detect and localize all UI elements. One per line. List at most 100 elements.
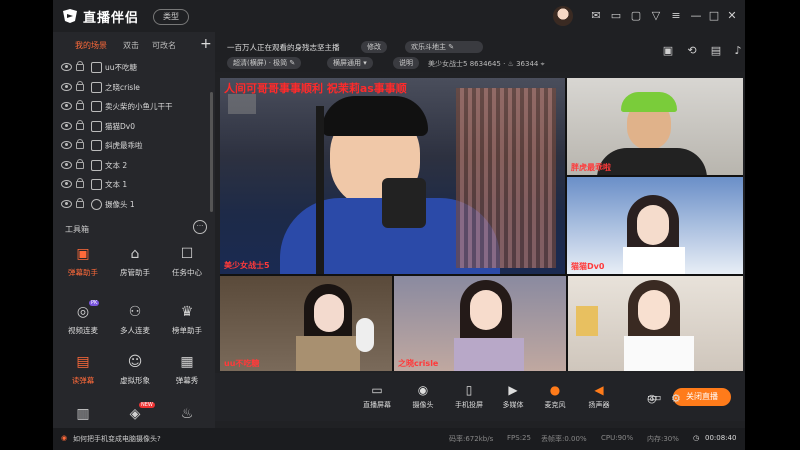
- eye-icon[interactable]: ◎: [647, 392, 657, 405]
- task-center-icon: ☐: [180, 246, 194, 262]
- speaker-button[interactable]: ◀ 扬声器: [577, 383, 621, 410]
- video-cell-label: uu不吃糖: [224, 359, 260, 368]
- tab-rename[interactable]: 可改名: [152, 40, 176, 51]
- video-link-icon: ◎: [76, 304, 90, 320]
- danmaku-show-icon: ▦: [180, 354, 194, 370]
- list-item[interactable]: 之晓crisle: [53, 78, 215, 98]
- avatar[interactable]: [553, 6, 573, 26]
- tool-danmaku-show[interactable]: ▦ 弹幕秀: [161, 354, 213, 400]
- list-item[interactable]: 文本 2: [53, 156, 215, 176]
- list-item[interactable]: 卖火柴的小鱼儿干干: [53, 97, 215, 117]
- main-video-label: 美少女战士5: [224, 261, 270, 270]
- new-badge: NEW: [139, 402, 155, 408]
- fire-icon: ♨: [507, 60, 514, 68]
- lock-icon[interactable]: [76, 80, 84, 91]
- list-item[interactable]: 斜虎最乖啦: [53, 136, 215, 156]
- ranking-icon: ♛: [180, 304, 194, 320]
- left-panel: 我的场景 双击 可改名 + uu不吃糖 之晓crisle 卖火柴的小鱼儿干干 猫…: [53, 32, 215, 430]
- end-stream-button[interactable]: 关闭直播: [673, 388, 731, 406]
- tab-double-click[interactable]: 双击: [123, 40, 139, 51]
- title-bar: 直播伴侣 类型 ✉ ▭ ▢ ▽ ≡ — □ ✕: [53, 0, 745, 32]
- note-button[interactable]: 说明: [393, 57, 419, 69]
- eye-icon[interactable]: [61, 63, 72, 71]
- menu-icon[interactable]: ≡: [669, 9, 683, 23]
- source-name: 斜虎最乖啦: [105, 141, 143, 150]
- eye-icon[interactable]: [61, 160, 72, 169]
- tool-task-center[interactable]: ☐ 任务中心: [161, 246, 213, 292]
- media-button[interactable]: ▶ 多媒体: [491, 383, 535, 410]
- tool-video-link[interactable]: ◎ PK 视频连麦: [57, 300, 109, 350]
- tool-room-admin[interactable]: ⌂ 房管助手: [109, 246, 161, 292]
- clarity-select[interactable]: 超清(横屏) · 极简 ✎: [227, 57, 302, 69]
- list-item[interactable]: 文本 1: [53, 175, 215, 195]
- message-icon[interactable]: ▢: [629, 9, 643, 23]
- scene-tabs: 我的场景 双击 可改名 +: [53, 32, 215, 58]
- text-source-icon: [91, 179, 102, 190]
- camera-button[interactable]: ◉ 摄像头: [401, 383, 445, 410]
- tool-read-danmaku[interactable]: ▤ 读弹幕: [57, 354, 109, 400]
- eye-icon[interactable]: [61, 82, 72, 91]
- close-icon[interactable]: ✕: [725, 9, 739, 23]
- tool-ranking[interactable]: ♛ 榜单助手: [161, 304, 213, 350]
- tab-my-scenes[interactable]: 我的场景: [75, 40, 107, 51]
- video-cell-5: [568, 276, 743, 371]
- lock-icon[interactable]: [76, 100, 84, 110]
- stream-preview[interactable]: 人间可哥哥事事顺利 祝茉莉as事事顺 美少女战士5 胖虎最乖啦 猫猫Dv0 uu…: [220, 78, 743, 371]
- eye-icon[interactable]: [61, 199, 72, 208]
- filter-icon[interactable]: ▽: [649, 9, 663, 23]
- source-name: 猫猫Dv0: [105, 121, 135, 131]
- edit-icon: ✎: [448, 43, 455, 51]
- toolbox-more-button[interactable]: ···: [193, 220, 207, 234]
- screen-capture-button[interactable]: ▭ 直播屏幕: [355, 383, 399, 410]
- cpu-usage: CPU:90%: [601, 434, 634, 442]
- eye-icon[interactable]: [61, 121, 72, 130]
- fps: FPS:25: [507, 434, 531, 442]
- source-icon: [91, 81, 102, 93]
- template-select[interactable]: 横屏通用 ▾: [327, 57, 373, 69]
- app-logo-icon: [63, 9, 77, 23]
- phone-cast-button[interactable]: ▯ 手机投屏: [447, 383, 491, 410]
- source-name: 卖火柴的小鱼儿干干: [105, 102, 173, 111]
- tool-virtual-avatar[interactable]: ☺ 虚拟形象: [109, 354, 161, 400]
- bottom-toolbar: ▭ 直播屏幕 ◉ 摄像头 ▯ 手机投屏 ▶ 多媒体 ● 麦克风 ◀ 扬声器 ▭ ▭ 关闭直播: [215, 373, 745, 421]
- add-scene-button[interactable]: +: [200, 36, 212, 52]
- help-link[interactable]: 如何把手机变成电脑摄像头?: [73, 434, 161, 444]
- list-item[interactable]: 猫猫Dv0: [53, 117, 215, 137]
- edit-title-button[interactable]: 修改: [361, 41, 387, 53]
- category-select[interactable]: 欢乐斗地主 ✎: [405, 41, 483, 53]
- layout-icon[interactable]: ▣: [661, 44, 675, 58]
- list-item[interactable]: 摄像头 1: [53, 195, 215, 215]
- main-video: 人间可哥哥事事顺利 祝茉莉as事事顺 美少女战士5: [220, 78, 565, 274]
- video-cell-label: 猫猫Dv0: [571, 262, 605, 271]
- camera-source-icon: [91, 198, 102, 210]
- mail-icon[interactable]: ✉: [589, 9, 603, 23]
- gear-icon[interactable]: ⚙: [671, 392, 681, 405]
- lock-icon[interactable]: [76, 178, 84, 188]
- list-item[interactable]: uu不吃糖: [53, 58, 215, 78]
- rotate-icon[interactable]: ⟲: [685, 44, 699, 58]
- tool-danmaku-assistant[interactable]: ▣ 弹幕助手: [57, 246, 109, 292]
- video-cell-3: uu不吃糖: [220, 276, 392, 371]
- source-name: 文本 1: [105, 180, 128, 189]
- scrollbar[interactable]: [210, 92, 213, 212]
- eye-icon[interactable]: [61, 141, 72, 149]
- live-companion-window: 直播伴侣 类型 ✉ ▭ ▢ ▽ ≡ — □ ✕ 我的场景 双击 可改名 + uu…: [53, 0, 745, 450]
- screen-share-icon[interactable]: ▭: [609, 9, 623, 23]
- room-admin-icon: ⌂: [130, 246, 140, 262]
- lock-icon[interactable]: [76, 197, 84, 208]
- eye-icon[interactable]: [61, 102, 72, 110]
- eye-icon[interactable]: [61, 180, 72, 188]
- list-icon[interactable]: ▤: [709, 44, 723, 58]
- tool-multi-link[interactable]: ⚇ 多人连麦: [109, 304, 161, 350]
- lock-icon[interactable]: [76, 139, 84, 149]
- lock-icon[interactable]: [76, 158, 84, 169]
- lock-icon[interactable]: [76, 61, 84, 71]
- type-button[interactable]: 类型: [153, 9, 189, 25]
- source-icon: [91, 101, 102, 112]
- minimize-icon[interactable]: —: [689, 9, 703, 23]
- source-icon: [91, 140, 102, 151]
- bell-icon[interactable]: ♪: [731, 44, 745, 58]
- lock-icon[interactable]: [76, 119, 84, 130]
- maximize-icon[interactable]: □: [707, 9, 721, 23]
- microphone-button[interactable]: ● 麦克风: [533, 383, 577, 410]
